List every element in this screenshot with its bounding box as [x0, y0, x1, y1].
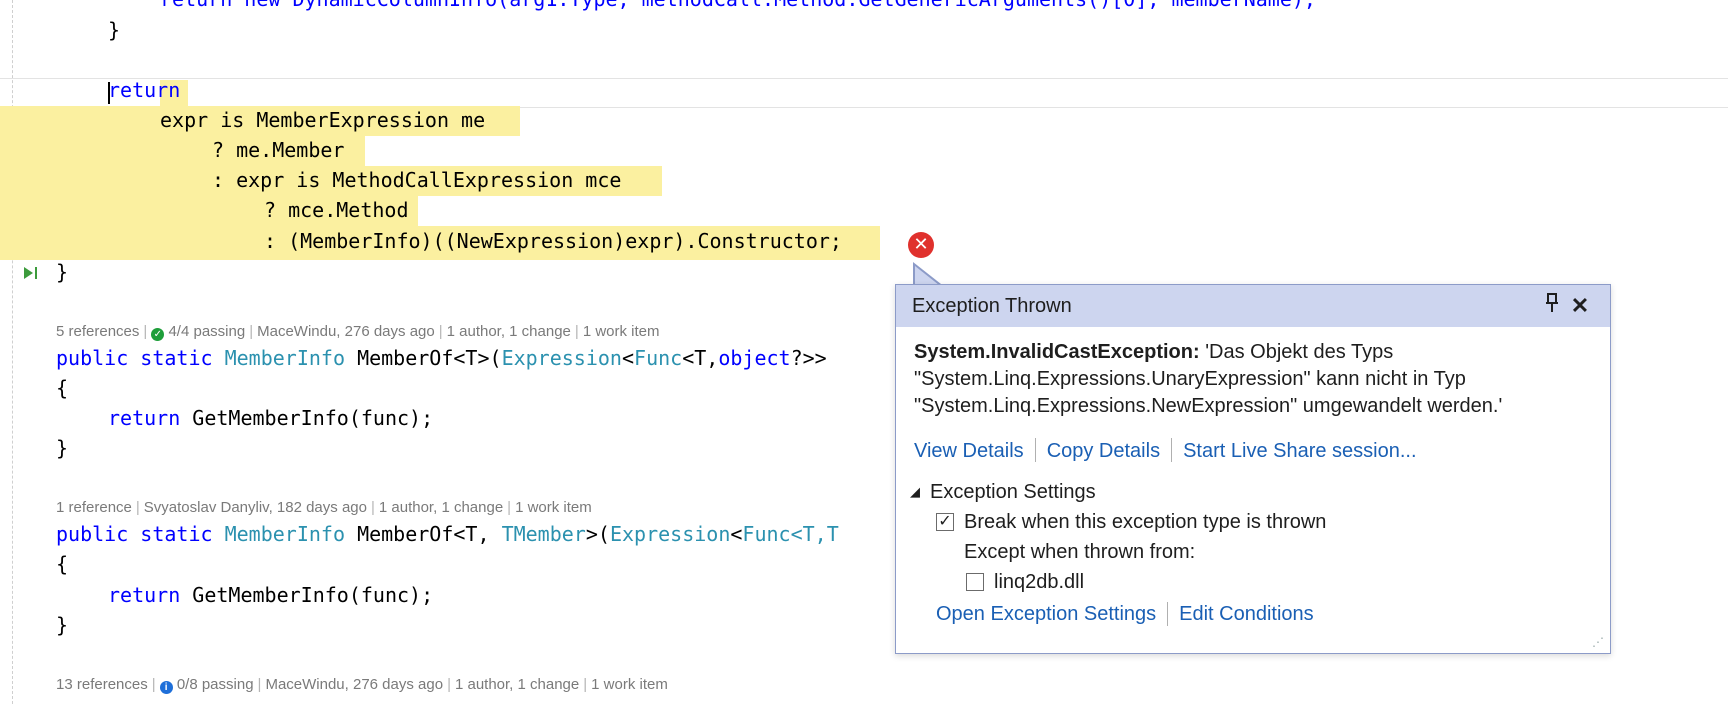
code-text: GetMemberInfo(func);: [180, 583, 434, 607]
code-line: ? mce.Method: [264, 198, 409, 222]
method-signature: public static MemberInfo MemberOf<T, TMe…: [56, 519, 839, 549]
codelens-changes[interactable]: 1 author, 1 change: [455, 676, 579, 693]
method-name: MemberOf<T>(: [357, 346, 502, 370]
codelens-references[interactable]: 1 reference: [56, 499, 132, 516]
codelens-row: 1 reference | Svyatoslav Danyliv, 182 days…: [56, 499, 592, 516]
popup-title: Exception Thrown: [912, 294, 1072, 317]
except-label-row: Except when thrown from:: [964, 537, 1592, 567]
check-icon: ✓: [151, 328, 165, 341]
exception-settings: ◢ Exception Settings ✓ Break when this exc…: [910, 477, 1592, 629]
resize-grip-icon[interactable]: ⋰: [1592, 635, 1604, 649]
codelens-row: 13 references | i 0/8 passing | MaceWindu, 2…: [56, 676, 668, 694]
codelens-work-items[interactable]: 1 work item: [515, 499, 592, 516]
settings-toggle[interactable]: ◢ Exception Settings: [910, 477, 1592, 507]
code-text: <: [621, 346, 635, 370]
run-to-cursor-icon[interactable]: [22, 263, 40, 283]
keyword: public static: [56, 346, 213, 370]
codelens-changes[interactable]: 1 author, 1 change: [379, 499, 503, 516]
code-line: }: [56, 613, 69, 637]
type-name: Func: [634, 346, 683, 370]
type-name: Func: [742, 522, 791, 546]
code-text: >(: [585, 522, 610, 546]
code-line: expr is MemberExpression me: [160, 108, 486, 132]
message-text: 'Das Objekt des Typs: [1205, 341, 1394, 363]
type-name: MemberInfo: [224, 522, 346, 546]
code-text: <T,: [682, 346, 719, 370]
break-checkbox[interactable]: ✓: [936, 513, 954, 531]
code-text: GetMemberInfo(func);: [180, 406, 434, 430]
type-name: TMember: [501, 522, 586, 546]
code-line: }: [108, 18, 121, 42]
code-line: }: [56, 436, 69, 460]
code-line: return GetMemberInfo(func);: [108, 403, 433, 433]
code-line: : expr is MethodCallExpression mce: [212, 168, 622, 192]
code-text: return new DynamicColumnInfo(arg1.Type, …: [160, 0, 1316, 11]
info-icon: i: [159, 681, 173, 694]
codelens-tests[interactable]: 4/4 passing: [168, 323, 245, 340]
popup-body: System.InvalidCastException: 'Das Objekt…: [896, 327, 1610, 629]
keyword: return: [108, 78, 181, 102]
popup-links: View Details Copy Details Start Live Share…: [914, 438, 1592, 465]
code-line: {: [56, 376, 69, 400]
collapse-triangle-icon[interactable]: ◢: [910, 477, 930, 507]
type-name: Expression: [609, 522, 731, 546]
message-text: "System.Linq.Expressions.NewExpression" …: [914, 395, 1503, 417]
pin-icon[interactable]: [1538, 293, 1566, 319]
codelens-row: 5 references | ✓ 4/4 passing | MaceWindu, 27…: [56, 323, 660, 341]
codelens-author[interactable]: Svyatoslav Danyliv, 182 days ago: [144, 499, 367, 516]
module-checkbox[interactable]: [966, 573, 984, 591]
popup-pointer-fill: [915, 266, 939, 285]
module-label: linq2db.dll: [994, 571, 1085, 593]
keyword: public static: [56, 522, 213, 546]
type-name: Expression: [501, 346, 622, 370]
close-icon[interactable]: ✕: [1566, 293, 1594, 319]
codelens-references[interactable]: 13 references: [56, 676, 148, 693]
except-label: Except when thrown from:: [964, 541, 1196, 563]
open-exception-settings-link[interactable]: Open Exception Settings: [936, 599, 1156, 629]
code-line: return: [108, 75, 180, 105]
code-line: ? me.Member: [212, 138, 345, 162]
code-text: ?>>: [790, 346, 827, 370]
exception-popup: Exception Thrown ✕ System.InvalidCastExc…: [895, 284, 1611, 654]
code-line: return GetMemberInfo(func);: [108, 580, 433, 610]
current-line-indicator: [0, 78, 1728, 108]
popup-header[interactable]: Exception Thrown ✕: [896, 285, 1610, 327]
codelens-work-items[interactable]: 1 work item: [583, 323, 660, 340]
codelens-author[interactable]: MaceWindu, 276 days ago: [257, 323, 435, 340]
codelens-changes[interactable]: 1 author, 1 change: [447, 323, 571, 340]
code-line: }: [56, 260, 69, 284]
code-line: return new DynamicColumnInfo(arg1.Type, …: [160, 0, 1316, 14]
code-line: : (MemberInfo)((NewExpression)expr).Cons…: [264, 229, 842, 253]
divider: [1167, 602, 1169, 626]
divider: [1171, 438, 1173, 462]
view-details-link[interactable]: View Details: [914, 440, 1024, 462]
copy-details-link[interactable]: Copy Details: [1047, 440, 1160, 462]
code-text: <: [730, 522, 743, 546]
code-text: <T,T: [790, 522, 839, 546]
codelens-tests[interactable]: 0/8 passing: [177, 676, 254, 693]
codelens-references[interactable]: 5 references: [56, 323, 139, 340]
keyword: return: [108, 406, 181, 430]
method-name: MemberOf<T,: [357, 522, 490, 546]
exception-type: System.InvalidCastException:: [914, 341, 1200, 363]
keyword: return: [108, 583, 181, 607]
module-checkbox-row[interactable]: linq2db.dll: [966, 567, 1592, 597]
keyword: object: [718, 346, 791, 370]
codelens-author[interactable]: MaceWindu, 276 days ago: [265, 676, 443, 693]
message-text: "System.Linq.Expressions.UnaryExpression…: [914, 368, 1466, 390]
method-signature: public static MemberInfo MemberOf<T>(Exp…: [56, 343, 827, 373]
break-label: Break when this exception type is thrown: [964, 511, 1327, 533]
exception-message: System.InvalidCastException: 'Das Objekt…: [914, 339, 1592, 366]
break-checkbox-row[interactable]: ✓ Break when this exception type is throw…: [936, 507, 1592, 537]
settings-links: Open Exception Settings Edit Conditions: [936, 599, 1592, 629]
error-icon[interactable]: ✕: [908, 232, 934, 258]
edit-conditions-link[interactable]: Edit Conditions: [1179, 599, 1314, 629]
codelens-work-items[interactable]: 1 work item: [591, 676, 668, 693]
divider: [1034, 438, 1036, 462]
type-name: MemberInfo: [224, 346, 346, 370]
code-line: {: [56, 552, 69, 576]
settings-header: Exception Settings: [930, 481, 1096, 503]
live-share-link[interactable]: Start Live Share session...: [1183, 440, 1416, 462]
